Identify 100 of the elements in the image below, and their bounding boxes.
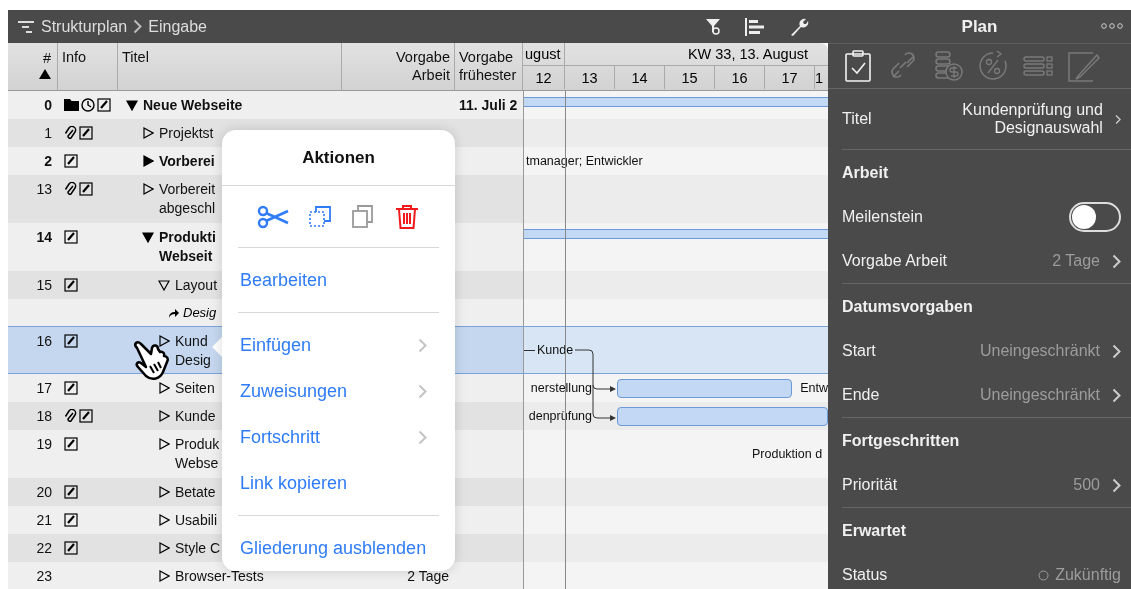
sort-ascending-icon <box>39 69 51 79</box>
day-header: 14 <box>615 66 665 89</box>
collapsed-triangle-icon[interactable] <box>142 127 154 139</box>
row-number: 14 <box>35 228 53 247</box>
column-header[interactable]: Vorgabe frühester <box>455 43 523 90</box>
gantt-view-icon[interactable] <box>745 17 765 36</box>
collapsed-triangle-icon[interactable] <box>158 335 170 347</box>
column-header[interactable]: Titel <box>118 43 342 90</box>
row-number: 22 <box>35 539 53 558</box>
row-number: 1 <box>43 124 53 143</box>
collapsed-triangle-icon[interactable] <box>158 382 170 394</box>
field-label: Status <box>842 566 888 584</box>
collapsed-triangle-icon[interactable] <box>158 486 170 498</box>
gantt-label: tmanager; Entwickler <box>525 154 643 168</box>
note-icon <box>64 381 78 395</box>
section-header: Fortgeschritten <box>842 431 960 450</box>
field-label: Titel <box>842 110 872 128</box>
section-header: Arbeit <box>842 163 889 182</box>
property-row[interactable]: Ende Uneingeschränkt <box>842 373 1131 417</box>
row-number: 17 <box>35 379 53 398</box>
chevron-icon <box>418 337 427 353</box>
gantt-label: Kunde <box>537 343 574 357</box>
work-value: 2 Tage <box>407 568 449 584</box>
collapsed-triangle-icon[interactable] <box>158 514 170 526</box>
day-header: 17 <box>765 66 815 89</box>
collapsed-triangle-icon[interactable] <box>158 570 170 582</box>
note-icon <box>79 182 93 196</box>
chevron-icon <box>133 19 143 34</box>
task-bar[interactable] <box>617 378 793 398</box>
row-number: 19 <box>35 435 53 454</box>
column-header[interactable]: # <box>8 43 58 90</box>
note-icon <box>79 409 93 423</box>
collapsed-triangle-icon[interactable] <box>158 410 170 422</box>
row-number: 20 <box>35 483 53 502</box>
week-header: KW 33, 13. August <box>565 43 828 66</box>
menu-item[interactable]: Fortschritt <box>238 414 439 460</box>
row-number: 13 <box>35 180 53 199</box>
gantt-label: denprüfung <box>527 409 592 423</box>
collapsed-triangle-icon[interactable] <box>158 438 170 450</box>
row-number: 23 <box>35 567 53 586</box>
task-title: Style C <box>175 539 221 558</box>
expanded-triangle-icon[interactable] <box>158 279 170 291</box>
note-icon <box>64 154 78 168</box>
note-arrow-icon <box>168 307 179 318</box>
toggle-switch[interactable] <box>1069 202 1121 232</box>
task-title: Projektst <box>159 124 214 143</box>
field-label: Ende <box>842 386 880 404</box>
week-header: ugust <box>523 43 565 66</box>
row-number: 18 <box>35 407 53 426</box>
property-row[interactable]: Titel Kundenprüfung und Designauswahl <box>842 89 1131 149</box>
chevron-icon <box>1112 343 1121 359</box>
task-title: Betate <box>175 483 216 502</box>
property-row[interactable]: Vorgabe Arbeit 2 Tage <box>842 239 1131 283</box>
note-icon <box>64 485 78 499</box>
row-number: 16 <box>35 332 53 351</box>
folder-icon <box>64 98 79 111</box>
filter-icon[interactable] <box>705 17 721 36</box>
section-header: Erwartet <box>842 521 907 540</box>
expanded-triangle-icon[interactable] <box>126 99 138 111</box>
note-icon <box>64 230 78 244</box>
collapsed-triangle-icon[interactable] <box>158 542 170 554</box>
expanded-triangle-icon[interactable] <box>142 231 154 243</box>
section-header: Datumsvorgaben <box>842 297 973 316</box>
property-row[interactable]: Start Uneingeschränkt <box>842 329 1131 373</box>
column-header[interactable]: Vorgabe Arbeit <box>342 43 455 90</box>
gantt-label: Entw <box>799 381 828 395</box>
chevron-icon <box>1112 477 1121 493</box>
menu-item[interactable]: Bearbeiten <box>238 257 439 303</box>
paperclip-icon <box>64 409 77 423</box>
column-header[interactable]: Info <box>58 43 118 90</box>
wrench-icon[interactable] <box>789 16 809 37</box>
breadcrumb-item[interactable]: Eingabe <box>148 17 207 36</box>
gantt-label: Produktion d <box>751 447 823 461</box>
task-title: Vorbereit abgeschl <box>159 180 216 218</box>
menu-item[interactable]: Zuweisungen <box>238 368 439 414</box>
breadcrumb-item[interactable]: Strukturplan <box>41 17 128 36</box>
field-value: Kundenprüfung und Designauswahl <box>961 101 1103 137</box>
start-date: 11. Juli 2 <box>459 97 518 113</box>
outline-icon[interactable] <box>17 19 35 34</box>
task-title: Kunde <box>175 407 216 426</box>
paperclip-icon <box>64 126 77 140</box>
chevron-icon <box>418 429 427 445</box>
property-row[interactable]: Priorität 500 <box>842 463 1131 507</box>
task-title: Layout <box>175 276 218 295</box>
field-value: 500 <box>1073 476 1100 494</box>
row-number: 21 <box>35 511 53 530</box>
more-icon[interactable] <box>1101 23 1123 29</box>
chevron-icon <box>1112 253 1121 269</box>
collapsed-triangle-icon[interactable] <box>142 155 154 167</box>
field-label: Start <box>842 342 876 360</box>
paperclip-icon <box>64 182 77 196</box>
clock-icon <box>81 98 95 112</box>
task-title: Produkti Webseit <box>159 228 216 266</box>
task-title: Produk Webse <box>175 435 220 473</box>
note-icon <box>64 513 78 527</box>
collapsed-triangle-icon[interactable] <box>142 183 154 195</box>
day-header: 13 <box>565 66 615 89</box>
menu-item[interactable]: Einfügen <box>238 322 439 368</box>
field-label: Vorgabe Arbeit <box>842 252 947 270</box>
menu-item[interactable]: Link kopieren <box>238 460 439 506</box>
